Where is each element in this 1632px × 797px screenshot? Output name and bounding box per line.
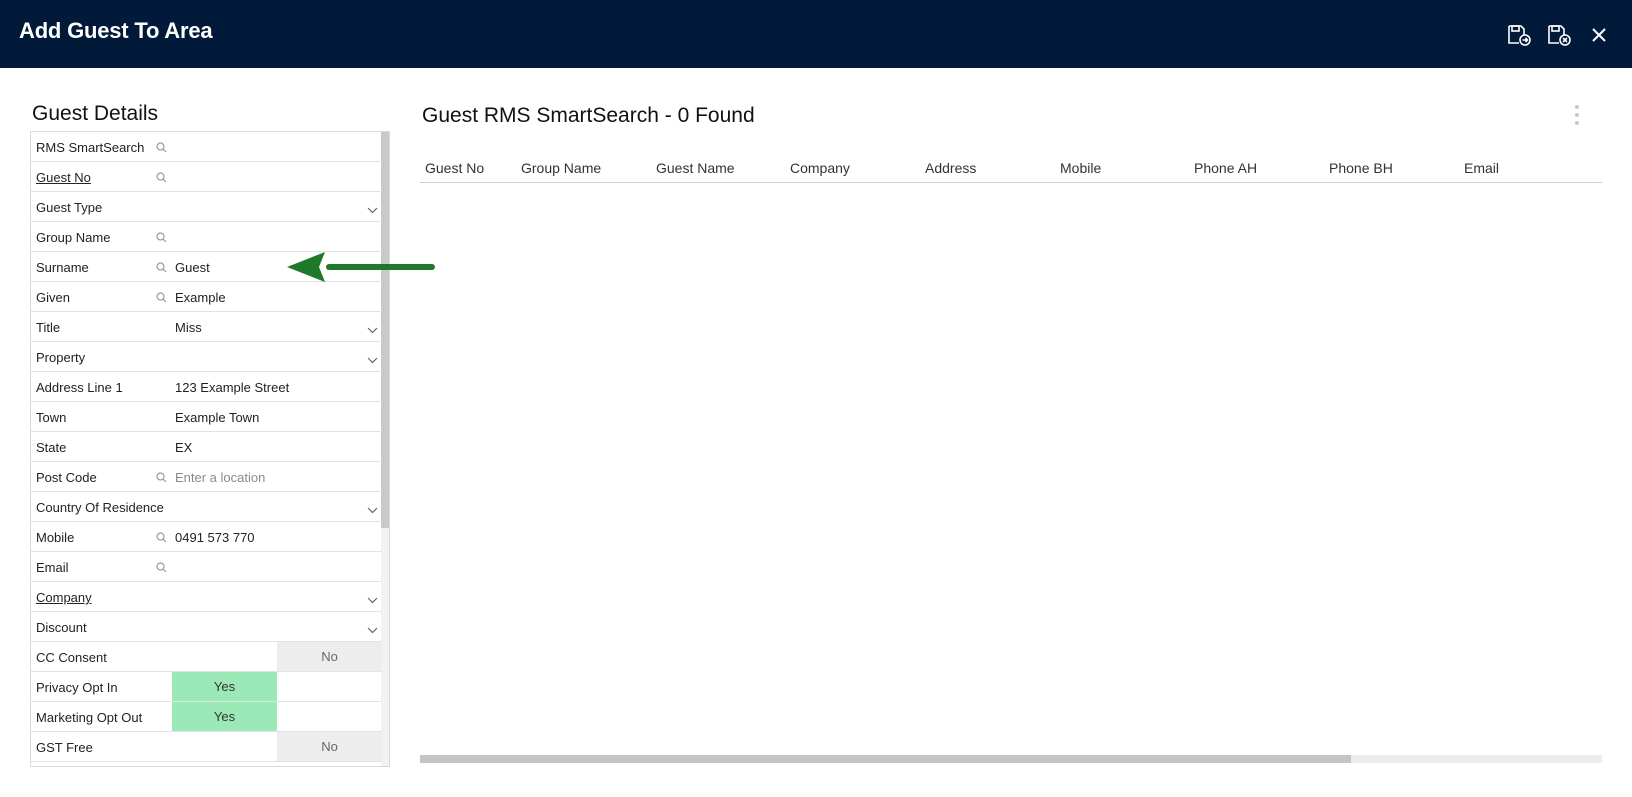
column-header-group-name[interactable]: Group Name	[521, 160, 601, 176]
column-header-email[interactable]: Email	[1464, 160, 1499, 176]
guest-details-title: Guest Details	[32, 102, 159, 125]
column-header-mobile[interactable]: Mobile	[1060, 160, 1101, 176]
column-header-phone-ah[interactable]: Phone AH	[1194, 160, 1257, 176]
more-options-icon[interactable]	[1574, 104, 1580, 131]
search-icon[interactable]	[156, 561, 167, 576]
save-and-close-icon[interactable]	[1546, 22, 1572, 48]
field-value[interactable]: Example	[175, 290, 226, 305]
field-row-property[interactable]: Property	[31, 342, 382, 372]
field-row-address-line-1[interactable]: Address Line 1 123 Example Street	[31, 372, 382, 402]
field-label: Email	[36, 560, 69, 575]
chevron-down-icon[interactable]	[367, 592, 378, 607]
field-label: RMS SmartSearch	[36, 140, 145, 155]
results-scrollbar-thumb[interactable]	[420, 755, 1351, 763]
column-header-company[interactable]: Company	[790, 160, 850, 176]
field-label: Post Code	[36, 470, 97, 485]
field-label: Given	[36, 290, 70, 305]
field-label: Mobile	[36, 530, 75, 545]
column-header-address[interactable]: Address	[925, 160, 976, 176]
search-icon[interactable]	[156, 531, 167, 546]
field-value[interactable]: Miss	[175, 320, 202, 335]
field-label: Group Name	[36, 230, 111, 245]
field-value[interactable]: 123 Example Street	[175, 380, 289, 395]
field-value[interactable]: EX	[175, 440, 192, 455]
toggle-label: Marketing Opt Out	[36, 710, 143, 725]
field-row-title[interactable]: Title Miss	[31, 312, 382, 342]
field-row-town[interactable]: Town Example Town	[31, 402, 382, 432]
form-scrollbar-thumb[interactable]	[381, 132, 389, 528]
chevron-down-icon[interactable]	[367, 352, 378, 367]
toggle-row-gst-free: GST Free No	[31, 732, 382, 762]
field-value[interactable]: Guest	[175, 260, 210, 275]
toggle-label: CC Consent	[36, 650, 107, 665]
search-icon[interactable]	[156, 291, 167, 306]
column-header-guest-name[interactable]: Guest Name	[656, 160, 735, 176]
toggle-label: Privacy Opt In	[36, 680, 118, 695]
field-value[interactable]: 0491 573 770	[175, 530, 255, 545]
field-label: Title	[36, 320, 61, 335]
field-row-guest-type[interactable]: Guest Type	[31, 192, 382, 222]
field-row-email[interactable]: Email	[31, 552, 382, 582]
toggle-yes-button[interactable]: Yes	[172, 672, 277, 701]
chevron-down-icon[interactable]	[367, 622, 378, 637]
chevron-down-icon[interactable]	[367, 322, 378, 337]
field-row-discount[interactable]: Discount	[31, 612, 382, 642]
field-label: Surname	[36, 260, 89, 275]
close-icon[interactable]	[1586, 22, 1612, 48]
field-label[interactable]: Company	[36, 590, 92, 605]
field-label: Country Of Residence	[36, 500, 164, 515]
header-actions	[1506, 22, 1612, 48]
toggle-row-marketing-opt-out: Marketing Opt Out Yes	[31, 702, 382, 732]
toggle-yes-button[interactable]: Yes	[172, 702, 277, 731]
field-row-guest-no[interactable]: Guest No	[31, 162, 382, 192]
toggle-label: GST Free	[36, 740, 93, 755]
field-label: Discount	[36, 620, 87, 635]
column-header-guest-no[interactable]: Guest No	[425, 160, 484, 176]
field-label: Address Line 1	[36, 380, 123, 395]
search-icon[interactable]	[156, 261, 167, 276]
field-label[interactable]: Guest No	[36, 170, 91, 185]
chevron-down-icon[interactable]	[367, 502, 378, 517]
results-table-header: Guest No Group Name Guest Name Company Addre…	[420, 158, 1602, 183]
field-row-company[interactable]: Company	[31, 582, 382, 612]
results-horizontal-scrollbar[interactable]	[420, 755, 1602, 763]
window-title: Add Guest To Area	[19, 18, 213, 43]
pointer-arrow-icon	[287, 252, 435, 282]
field-row-post-code[interactable]: Post Code Enter a location	[31, 462, 382, 492]
search-icon[interactable]	[156, 471, 167, 486]
field-label: State	[36, 440, 67, 455]
guest-details-form: RMS SmartSearch Guest No Guest Type Group N…	[30, 131, 390, 767]
field-row-state[interactable]: State EX	[31, 432, 382, 462]
toggle-row-cc-consent: CC Consent No	[31, 642, 382, 672]
field-row-country-of-residence[interactable]: Country Of Residence	[31, 492, 382, 522]
toggle-row-privacy-opt-in: Privacy Opt In Yes	[31, 672, 382, 702]
toggle-no-button[interactable]: No	[277, 732, 382, 761]
column-header-phone-bh[interactable]: Phone BH	[1329, 160, 1393, 176]
field-row-given[interactable]: Given Example	[31, 282, 382, 312]
field-row-mobile[interactable]: Mobile 0491 573 770	[31, 522, 382, 552]
search-icon[interactable]	[156, 171, 167, 186]
results-title: Guest RMS SmartSearch - 0 Found	[422, 104, 755, 127]
field-placeholder[interactable]: Enter a location	[175, 470, 265, 485]
field-value[interactable]: Example Town	[175, 410, 259, 425]
field-label: Property	[36, 350, 86, 365]
field-row-rms-smartsearch[interactable]: RMS SmartSearch	[31, 132, 382, 162]
toggle-no-button[interactable]: No	[277, 642, 382, 671]
search-icon[interactable]	[156, 231, 167, 246]
field-label: Town	[36, 410, 67, 425]
chevron-down-icon[interactable]	[367, 202, 378, 217]
save-and-go-icon[interactable]	[1506, 22, 1532, 48]
window-header: Add Guest To Area	[0, 0, 1632, 68]
field-label: Guest Type	[36, 200, 103, 215]
search-icon[interactable]	[156, 141, 167, 156]
